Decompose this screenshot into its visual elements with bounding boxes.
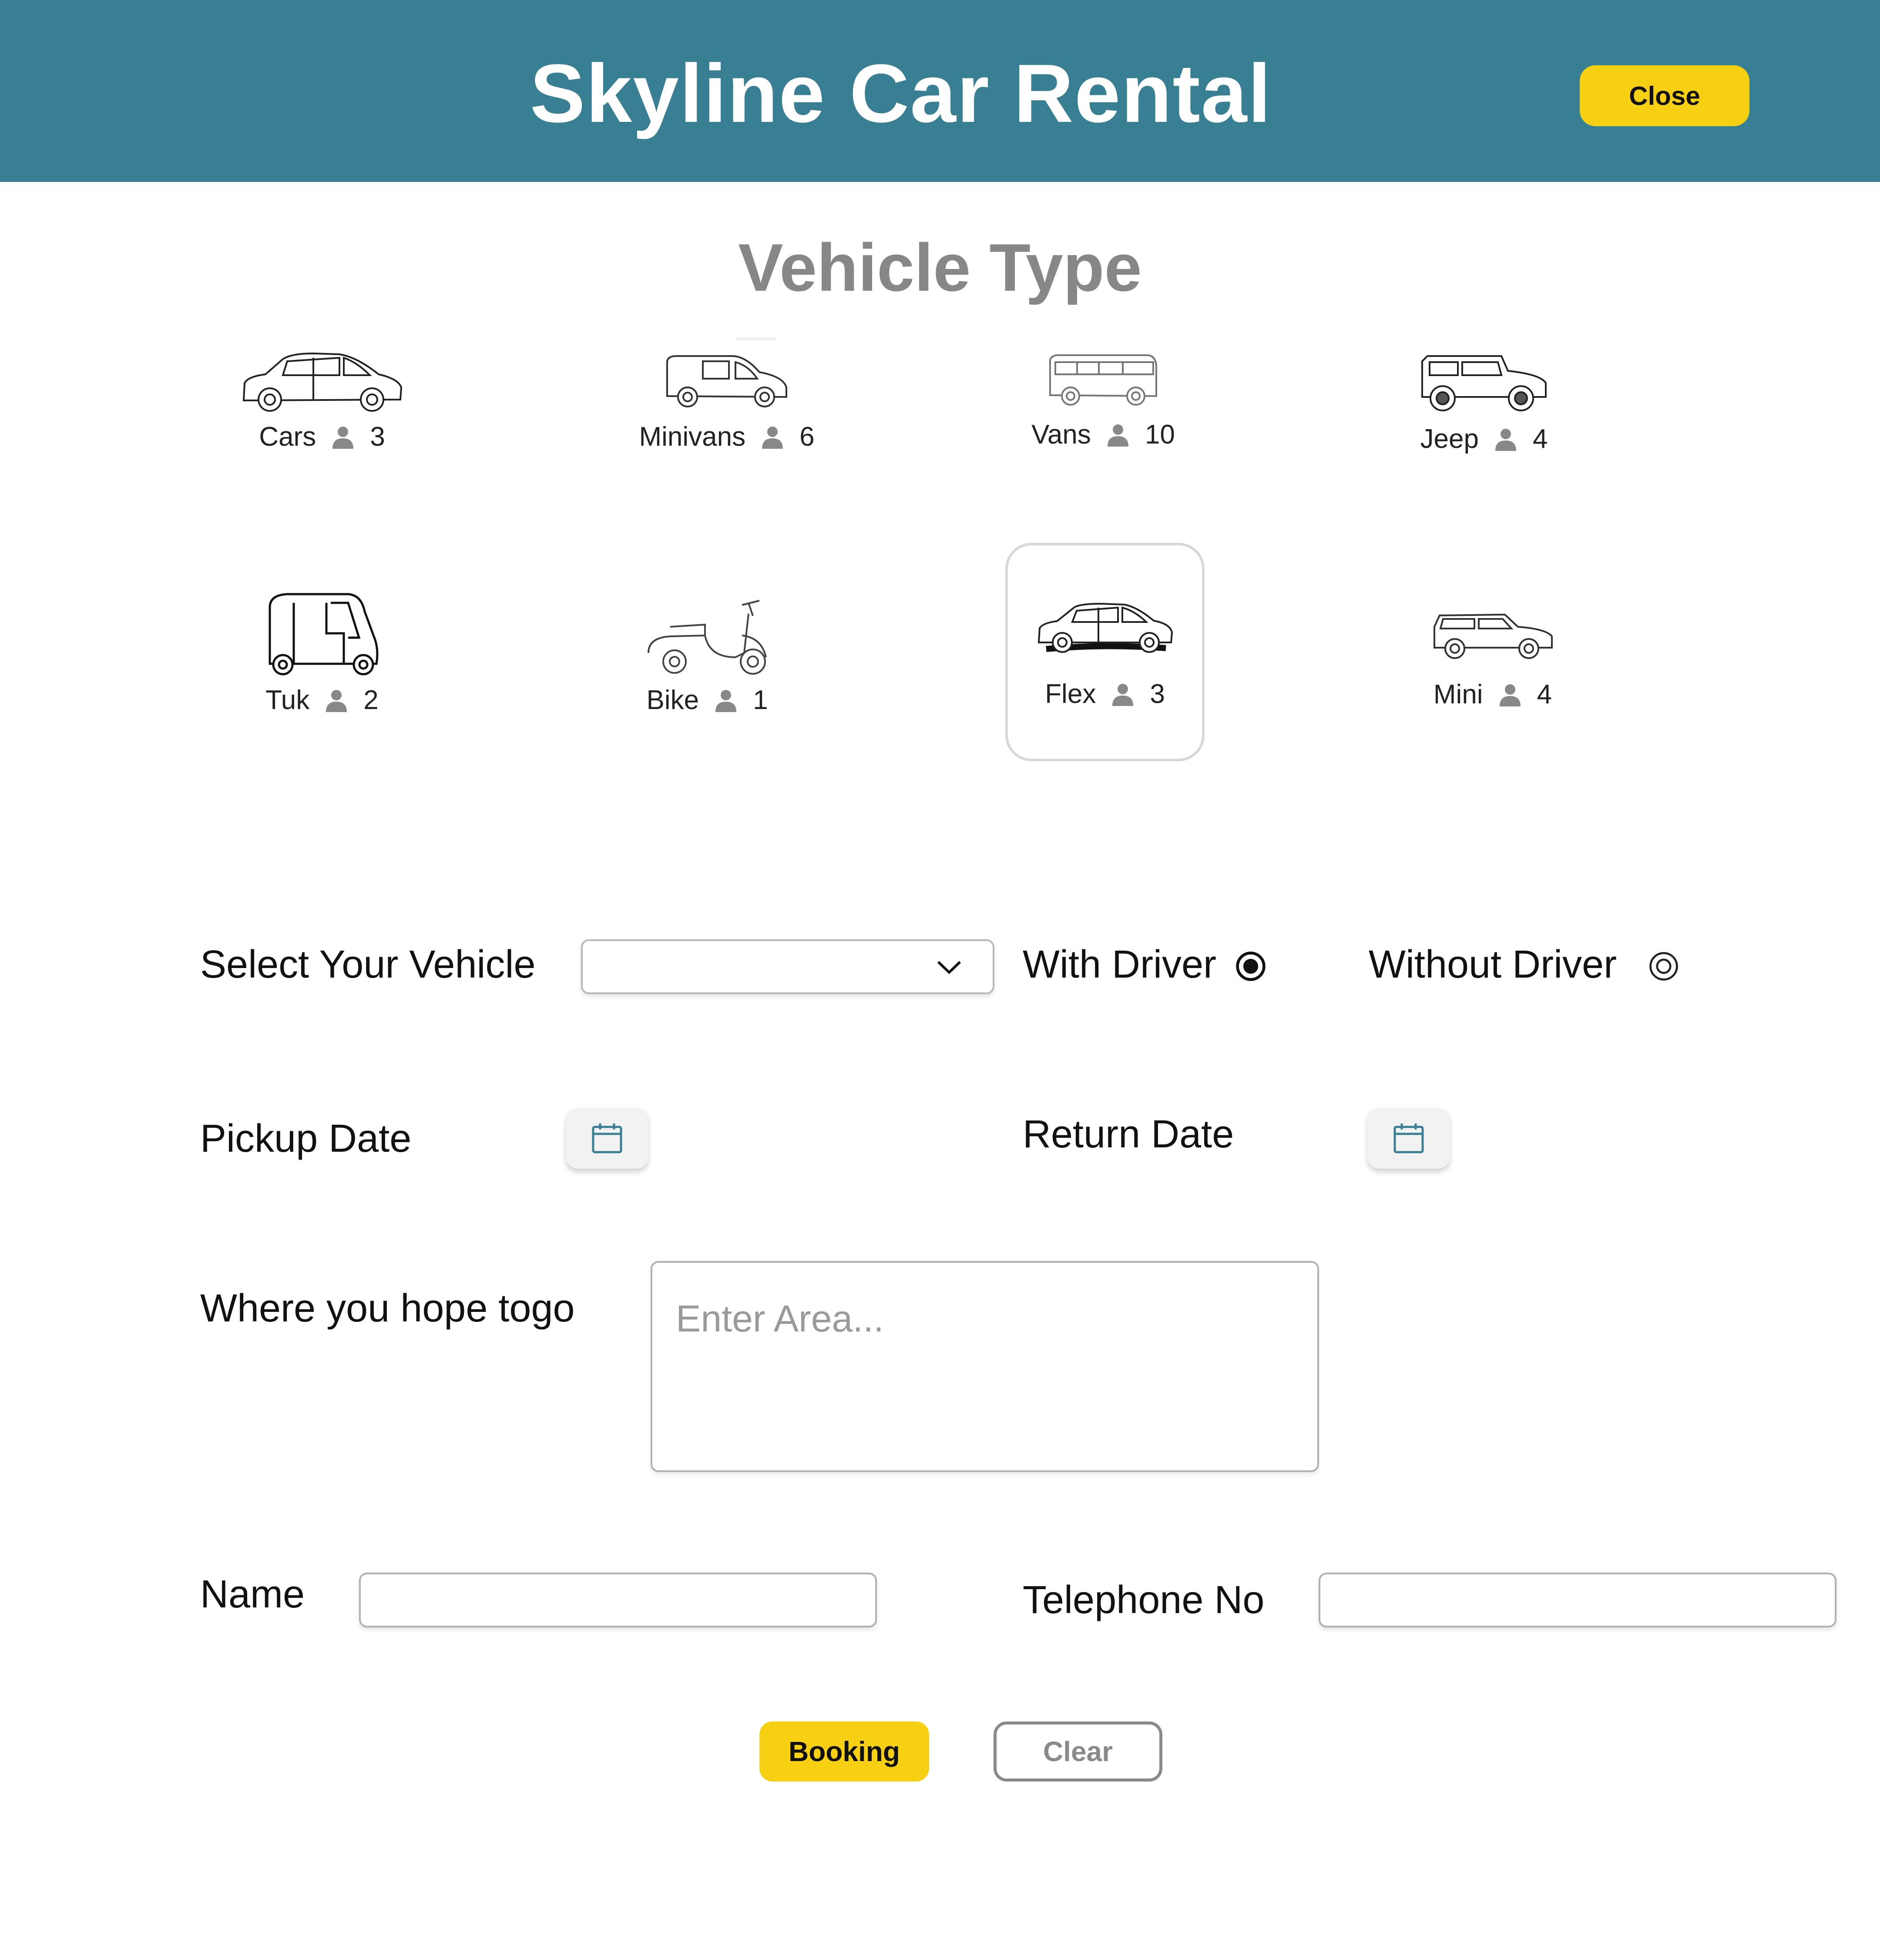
vehicle-name: Jeep (1420, 424, 1479, 454)
hatchback-car-icon (242, 352, 403, 412)
vehicle-option-bike[interactable]: Bike 1 (605, 596, 809, 716)
chevron-down-icon (937, 961, 961, 975)
without-driver-label: Without Driver (1369, 943, 1617, 986)
title-underline (735, 337, 777, 340)
return-date-button[interactable] (1367, 1108, 1450, 1169)
close-button[interactable]: Close (1580, 65, 1749, 126)
vehicle-option-cars[interactable]: Cars 3 (209, 348, 435, 452)
person-icon (715, 689, 737, 712)
name-label: Name (200, 1573, 305, 1616)
section-title: Vehicle Type (738, 230, 1142, 305)
vehicle-select-label: Select Your Vehicle (200, 943, 536, 986)
calendar-icon (1393, 1123, 1424, 1153)
person-icon (332, 426, 354, 449)
seat-count: 10 (1145, 420, 1175, 450)
name-input[interactable] (359, 1573, 877, 1627)
person-icon (1112, 683, 1134, 706)
seat-count: 4 (1537, 679, 1552, 709)
return-date-label: Return Date (1023, 1113, 1234, 1156)
suv-icon (1433, 613, 1553, 659)
vehicle-select[interactable] (581, 939, 994, 994)
seat-count: 3 (370, 422, 385, 452)
person-icon (1107, 424, 1128, 447)
destination-input[interactable] (651, 1261, 1319, 1472)
seat-count: 6 (799, 422, 815, 452)
seat-count: 2 (363, 685, 379, 715)
with-driver-radio[interactable] (1234, 950, 1267, 983)
van-icon (1049, 354, 1157, 406)
booking-button[interactable]: Booking (759, 1721, 929, 1782)
person-icon (1499, 684, 1521, 706)
destination-label: Where you hope togo (200, 1287, 575, 1330)
vehicle-name: Mini (1433, 679, 1483, 709)
hatchback-car-icon (1037, 602, 1173, 653)
vehicle-option-vans[interactable]: Vans 10 (997, 348, 1210, 450)
app-title: Skyline Car Rental (530, 47, 1272, 140)
with-driver-label: With Driver (1023, 943, 1216, 986)
calendar-icon (592, 1123, 622, 1153)
vehicle-option-minivans[interactable]: Minivans 6 (605, 348, 849, 452)
vehicle-name: Tuk (265, 685, 310, 715)
pickup-date-button[interactable] (566, 1108, 648, 1169)
scooter-icon (648, 600, 767, 675)
tuk-tuk-icon (269, 593, 379, 676)
minivan-icon (666, 355, 787, 407)
vehicle-name: Vans (1031, 420, 1091, 450)
telephone-label: Telephone No (1023, 1578, 1265, 1622)
vehicle-option-tuk[interactable]: Tuk 2 (209, 590, 435, 716)
vehicle-option-jeep[interactable]: Jeep 4 (1375, 348, 1593, 454)
person-icon (1495, 428, 1516, 451)
person-icon (762, 426, 783, 449)
vehicle-option-mini[interactable]: Mini 4 (1380, 609, 1606, 710)
clear-button[interactable]: Clear (994, 1721, 1162, 1782)
vehicle-option-flex[interactable]: Flex 3 (1005, 543, 1205, 761)
without-driver-radio[interactable] (1647, 950, 1680, 983)
app-header: Skyline Car Rental Close (0, 0, 1880, 182)
vehicle-name: Minivans (639, 422, 746, 452)
pickup-date-label: Pickup Date (200, 1117, 412, 1160)
telephone-input[interactable] (1319, 1573, 1836, 1627)
booking-page: Skyline Car Rental Close Vehicle Type Ca… (0, 0, 1880, 1960)
seat-count: 4 (1532, 424, 1548, 454)
seat-count: 3 (1150, 679, 1165, 709)
vehicle-name: Cars (259, 422, 316, 452)
vehicle-name: Flex (1045, 679, 1096, 709)
seat-count: 1 (753, 685, 768, 715)
vehicle-name: Bike (646, 685, 699, 715)
person-icon (326, 689, 347, 712)
jeep-icon (1421, 355, 1547, 411)
